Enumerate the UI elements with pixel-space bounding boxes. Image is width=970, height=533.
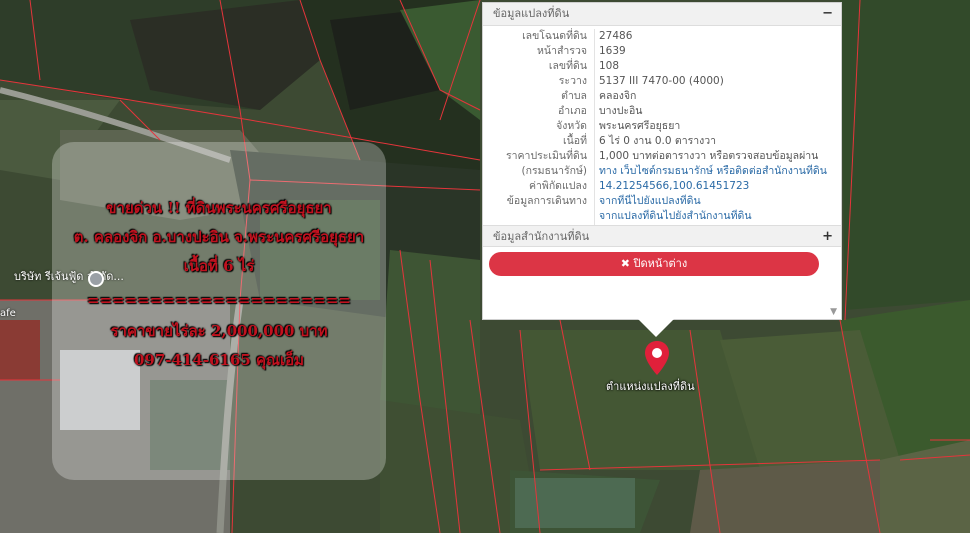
treasury-website-link[interactable]: ทาง เว็บไซต์กรมธนารักษ์ หรือติดต่อสำนักง… — [593, 164, 841, 179]
info-value: พระนครศรีอยุธยา — [599, 120, 681, 132]
info-row-appraisal: ราคาประเมินที่ดิน 1,000 บาทต่อตารางวา หร… — [483, 149, 841, 164]
ad-headline: ขายด่วน !! ที่ดินพระนครศรีอยุธยา — [106, 199, 332, 217]
info-key: ค่าพิกัดแปลง — [528, 180, 587, 192]
info-key: เนื้อที่ — [563, 135, 587, 147]
info-row-province: จังหวัด พระนครศรีอยุธยา — [483, 119, 841, 134]
listing-overlay: ขายด่วน !! ที่ดินพระนครศรีอยุธยา ต. คลอง… — [52, 142, 386, 480]
info-value: 1,000 บาทต่อตารางวา หรือตรวจสอบข้อมูลผ่า… — [599, 150, 819, 162]
info-value: 6 ไร่ 0 งาน 0.0 ตารางวา — [599, 135, 717, 147]
location-pin-icon[interactable] — [644, 340, 670, 376]
info-row-treasury: (กรมธนารักษ์) ทาง เว็บไซต์กรมธนารักษ์ หร… — [483, 164, 841, 179]
info-key: ราคาประเมินที่ดิน — [505, 150, 587, 162]
office-info-title: ข้อมูลสำนักงานที่ดิน — [493, 230, 590, 243]
info-row-area: เนื้อที่ 6 ไร่ 0 งาน 0.0 ตารางวา — [483, 134, 841, 149]
office-info-header[interactable]: ข้อมูลสำนักงานที่ดิน + — [483, 225, 841, 247]
collapse-icon[interactable]: − — [822, 3, 833, 25]
info-row-district: อำเภอ บางปะอิน — [483, 104, 841, 119]
ad-location: ต. คลองจิก อ.บางปะอิน จ.พระนครศรีอยุธยา — [73, 228, 365, 246]
parcel-info-title: ข้อมูลแปลงที่ดิน — [493, 7, 570, 20]
info-row-subdistrict: ตำบล คลองจิก — [483, 89, 841, 104]
poi-pin-icon[interactable] — [88, 271, 104, 287]
panel-pointer — [638, 319, 674, 337]
info-value: คลองจิก — [599, 90, 637, 102]
poi-label[interactable]: บริษัท รีเจ้นฟู้ด จำกัด... — [14, 270, 124, 283]
info-key: อำเภอ — [557, 105, 587, 117]
close-window-button[interactable]: ✖ ปิดหน้าต่าง — [489, 252, 819, 276]
info-value: 108 — [599, 60, 620, 72]
info-value: 5137 III 7470-00 (4000) — [599, 75, 724, 87]
info-key: เลขโฉนดที่ดิน — [522, 30, 587, 42]
info-key: จังหวัด — [556, 120, 587, 132]
info-row-deed: เลขโฉนดที่ดิน 27486 — [483, 29, 841, 44]
ad-separator: ===================== — [87, 291, 351, 309]
ad-price: ราคาขายไร่ละ 2,000,000 บาท — [110, 322, 328, 340]
info-value: 1639 — [599, 45, 626, 57]
info-key: (กรมธนารักษ์) — [521, 165, 587, 177]
info-row-survey-page: หน้าสำรวจ 1639 — [483, 44, 841, 59]
info-row-land-number: เลขที่ดิน 108 — [483, 59, 841, 74]
info-value: บางปะอิน — [599, 105, 643, 117]
info-key: เลขที่ดิน — [548, 60, 587, 72]
info-row-sheet: ระวาง 5137 III 7470-00 (4000) — [483, 74, 841, 89]
map-edge-label: afe — [0, 308, 16, 319]
info-value: 27486 — [599, 30, 633, 42]
info-row-coordinates: ค่าพิกัดแปลง 14.21254566,100.61451723 — [483, 179, 841, 194]
parcel-info-header[interactable]: ข้อมูลแปลงที่ดิน − — [483, 3, 841, 26]
directions-to-office-link[interactable]: จากแปลงที่ดินไปยังสำนักงานที่ดิน — [593, 209, 841, 224]
info-key: ข้อมูลการเดินทาง — [506, 195, 587, 207]
info-row-travel: ข้อมูลการเดินทาง จากที่นี่ไปยังแปลงที่ดิ… — [483, 194, 841, 209]
ad-phone: 097-414-6165 คุณเอ็ม — [133, 351, 305, 369]
info-key: หน้าสำรวจ — [537, 45, 587, 57]
parcel-location-label: ตำแหน่งแปลงที่ดิน — [606, 380, 695, 393]
expand-icon[interactable]: + — [822, 226, 833, 248]
directions-to-parcel-link[interactable]: จากที่นี่ไปยังแปลงที่ดิน — [593, 194, 841, 209]
info-key — [483, 209, 593, 224]
info-key: ระวาง — [558, 75, 587, 87]
parcel-info-rows: เลขโฉนดที่ดิน 27486 หน้าสำรวจ 1639 เลขที… — [483, 26, 841, 241]
info-key: ตำบล — [561, 90, 587, 102]
scroll-down-icon[interactable]: ▼ — [830, 307, 837, 317]
coordinates-link[interactable]: 14.21254566,100.61451723 — [593, 179, 841, 194]
info-row-travel-office: จากแปลงที่ดินไปยังสำนักงานที่ดิน — [483, 209, 841, 224]
row-divider — [594, 29, 595, 241]
parcel-info-panel: ข้อมูลแปลงที่ดิน − เลขโฉนดที่ดิน 27486 ห… — [482, 2, 842, 320]
